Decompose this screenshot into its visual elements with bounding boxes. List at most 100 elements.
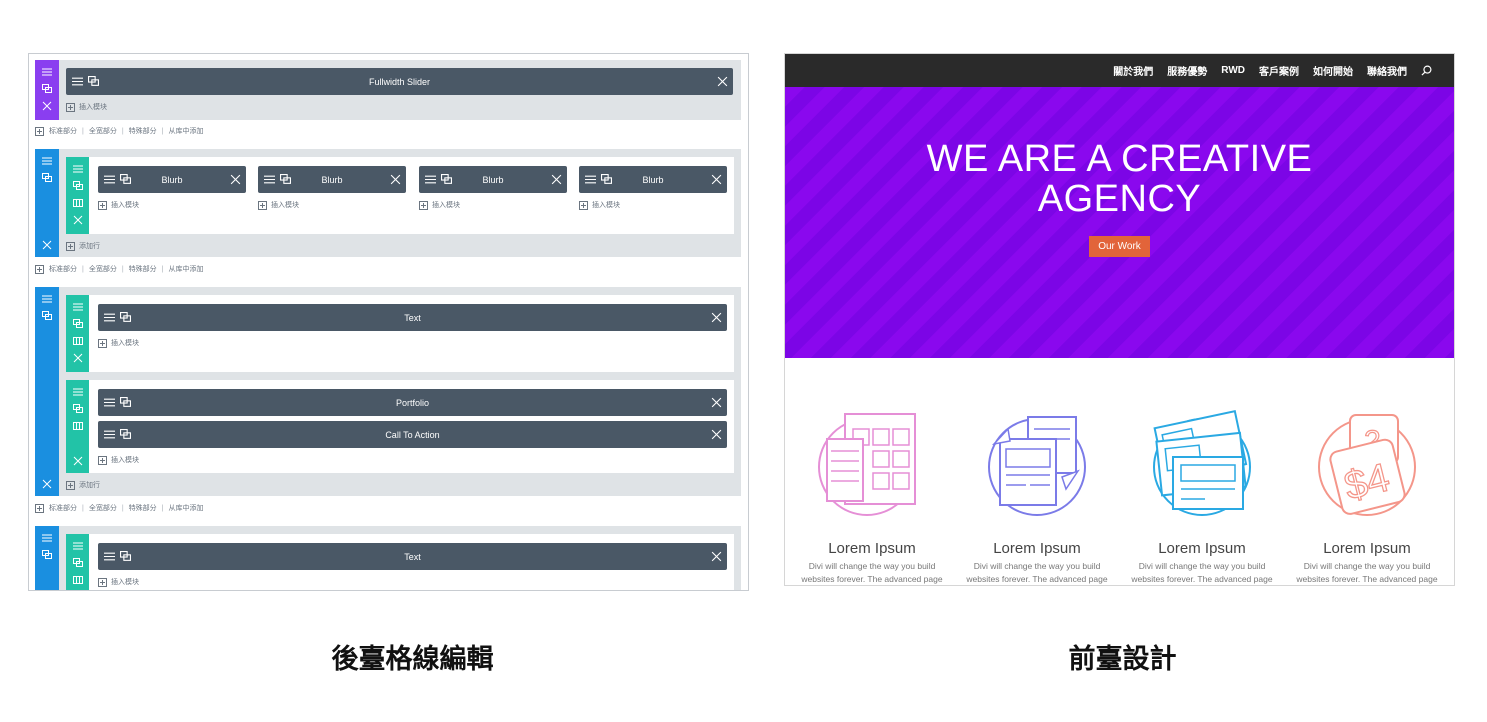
module-blurb[interactable]: Blurb	[419, 166, 567, 193]
columns-icon[interactable]	[71, 334, 85, 348]
close-icon[interactable]	[711, 312, 722, 323]
close-icon[interactable]	[711, 551, 722, 562]
nav-rwd[interactable]: RWD	[1221, 65, 1245, 76]
module-text[interactable]: Text	[98, 543, 727, 570]
drag-handle-icon[interactable]	[585, 174, 596, 185]
drag-handle-icon[interactable]	[104, 551, 115, 562]
module-fullwidth-slider[interactable]: Fullwidth Slider	[66, 68, 733, 95]
tablet-grid-icon	[818, 413, 916, 516]
duplicate-icon[interactable]	[71, 402, 85, 416]
duplicate-icon[interactable]	[120, 174, 131, 185]
module-text[interactable]: Text	[98, 304, 727, 331]
drag-handle-icon[interactable]	[104, 312, 115, 323]
row-toolbar	[66, 380, 89, 473]
add-row-button[interactable]: 添加行	[66, 241, 100, 251]
insert-module-button[interactable]: 插入模块	[98, 200, 139, 210]
add-standard-section[interactable]: 标准部分	[49, 126, 77, 136]
duplicate-icon[interactable]	[40, 309, 54, 323]
duplicate-icon[interactable]	[40, 82, 54, 96]
duplicate-icon[interactable]	[120, 551, 131, 562]
module-portfolio[interactable]: Portfolio	[98, 389, 727, 416]
columns-icon[interactable]	[71, 573, 85, 587]
drag-handle-icon[interactable]	[104, 397, 115, 408]
duplicate-icon[interactable]	[441, 174, 452, 185]
drag-handle-icon[interactable]	[264, 174, 275, 185]
add-specialty-section[interactable]: 特殊部分	[129, 264, 157, 274]
duplicate-icon[interactable]	[601, 174, 612, 185]
close-icon[interactable]	[711, 397, 722, 408]
add-from-library[interactable]: 从库中添加	[168, 503, 203, 513]
add-specialty-section[interactable]: 特殊部分	[129, 126, 157, 136]
add-standard-section[interactable]: 标准部分	[49, 503, 77, 513]
drag-handle-icon[interactable]	[72, 76, 83, 87]
drag-handle-icon[interactable]	[40, 154, 54, 168]
search-icon[interactable]	[1421, 65, 1432, 76]
duplicate-icon[interactable]	[40, 171, 54, 185]
add-specialty-section[interactable]: 特殊部分	[129, 503, 157, 513]
duplicate-icon[interactable]	[40, 548, 54, 562]
module-label: Text	[404, 551, 421, 562]
close-icon[interactable]	[40, 477, 54, 491]
add-fullwidth-section[interactable]: 全宽部分	[89, 264, 117, 274]
drag-handle-icon[interactable]	[104, 429, 115, 440]
plus-icon	[98, 338, 107, 348]
duplicate-icon[interactable]	[71, 179, 85, 193]
columns-icon[interactable]	[71, 419, 85, 433]
insert-module-button[interactable]: 插入模块	[579, 200, 620, 210]
close-icon[interactable]	[390, 174, 401, 185]
insert-module-button[interactable]: 插入模块	[98, 338, 139, 348]
close-icon[interactable]	[711, 429, 722, 440]
drag-handle-icon[interactable]	[40, 292, 54, 306]
plus-icon	[419, 200, 428, 210]
duplicate-icon[interactable]	[71, 556, 85, 570]
duplicate-icon[interactable]	[120, 312, 131, 323]
duplicate-icon[interactable]	[280, 174, 291, 185]
close-icon[interactable]	[230, 174, 241, 185]
insert-module-button[interactable]: 插入模块	[258, 200, 299, 210]
drag-handle-icon[interactable]	[425, 174, 436, 185]
insert-module-button[interactable]: 插入模块	[98, 455, 139, 465]
module-call-to-action[interactable]: Call To Action	[98, 421, 727, 448]
duplicate-icon[interactable]	[71, 317, 85, 331]
close-icon[interactable]	[40, 238, 54, 252]
insert-module-button[interactable]: 插入模块	[66, 102, 107, 112]
close-icon[interactable]	[71, 213, 85, 227]
duplicate-icon[interactable]	[88, 76, 99, 87]
close-icon[interactable]	[71, 454, 85, 468]
insert-module-button[interactable]: 插入模块	[419, 200, 460, 210]
duplicate-icon[interactable]	[120, 429, 131, 440]
module-blurb[interactable]: Blurb	[579, 166, 727, 193]
drag-handle-icon[interactable]	[71, 300, 85, 314]
drag-handle-icon[interactable]	[71, 385, 85, 399]
nav-cases[interactable]: 客戶案例	[1259, 63, 1299, 78]
add-fullwidth-section[interactable]: 全宽部分	[89, 503, 117, 513]
close-icon[interactable]	[717, 76, 728, 87]
add-fullwidth-section[interactable]: 全宽部分	[89, 126, 117, 136]
add-row-button[interactable]: 添加行	[66, 480, 100, 490]
add-from-library[interactable]: 从库中添加	[168, 264, 203, 274]
drag-handle-icon[interactable]	[71, 539, 85, 553]
add-from-library[interactable]: 从库中添加	[168, 126, 203, 136]
drag-handle-icon[interactable]	[104, 174, 115, 185]
nav-services[interactable]: 服務優勢	[1167, 63, 1207, 78]
drag-handle-icon[interactable]	[40, 531, 54, 545]
frontend-caption: 前臺設計	[1068, 644, 1177, 674]
close-icon[interactable]	[711, 174, 722, 185]
drag-handle-icon[interactable]	[71, 162, 85, 176]
columns-icon[interactable]	[71, 196, 85, 210]
our-work-button[interactable]: Our Work	[1089, 236, 1150, 257]
close-icon[interactable]	[551, 174, 562, 185]
add-standard-section[interactable]: 标准部分	[49, 264, 77, 274]
close-icon[interactable]	[40, 99, 54, 113]
nav-about[interactable]: 關於我們	[1113, 63, 1153, 78]
drag-handle-icon[interactable]	[40, 65, 54, 79]
nav-start[interactable]: 如何開始	[1313, 63, 1353, 78]
module-blurb[interactable]: Blurb	[258, 166, 406, 193]
module-label: Call To Action	[385, 429, 440, 440]
duplicate-icon[interactable]	[120, 397, 131, 408]
close-icon[interactable]	[71, 351, 85, 365]
insert-module-button[interactable]: 插入模块	[98, 577, 139, 587]
frontend-preview: 關於我們 服務優勢 RWD 客戶案例 如何開始 聯絡我們 WE ARE A CR…	[784, 53, 1455, 586]
module-blurb[interactable]: Blurb	[98, 166, 246, 193]
nav-contact[interactable]: 聯絡我們	[1367, 63, 1407, 78]
